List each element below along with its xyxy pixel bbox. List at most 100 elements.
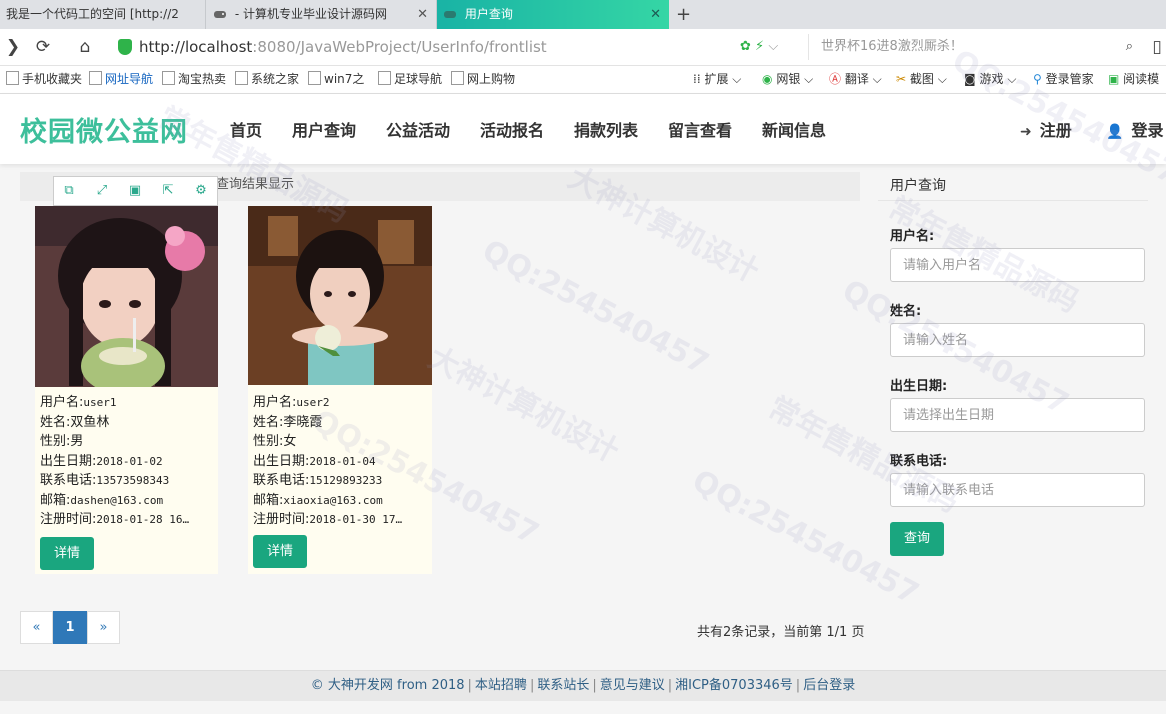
footer-feedback-link[interactable]: 意见与建议	[600, 678, 665, 693]
user-card: 用户名:user1 姓名:双鱼林 性别:男 出生日期:2018-01-02 联系…	[35, 206, 218, 574]
page-icon	[89, 71, 102, 85]
site-footer: © 大神开发网 from 2018 | 本站招聘 | 联系站长 | 意见与建议 | 湘ICP备0…	[0, 670, 1166, 701]
copyright: © 大神开发网 from 2018	[310, 678, 465, 693]
next-page-button[interactable]: »	[87, 611, 120, 644]
bank-menu[interactable]: ◉ 网银 ⌵	[762, 66, 813, 93]
page-icon	[451, 71, 464, 85]
bookmark-item[interactable]: 手机收藏夹	[6, 66, 82, 93]
gamepad-icon	[443, 2, 457, 18]
bookmarks-bar: 手机收藏夹 网址导航 淘宝热卖 系统之家 win7之 足球导航 网上购物 ⁞⁞ …	[0, 66, 1166, 94]
register-link[interactable]: ➜ 注册	[1020, 117, 1072, 141]
lightning-icon[interactable]: ⚡	[755, 39, 764, 54]
share-icon[interactable]: ⇱	[159, 182, 177, 200]
nav-news[interactable]: 新闻信息	[762, 117, 826, 141]
browser-nav-bar: ❯ ⟳ ⌂ http://localhost:8080/JavaWebProje…	[0, 29, 1166, 66]
panel-title: 用户查询	[890, 178, 946, 194]
bookmark-item[interactable]: 足球导航	[378, 66, 442, 93]
home-icon[interactable]: ⌂	[74, 36, 96, 58]
detail-button[interactable]: 详情	[40, 537, 94, 570]
username-input[interactable]	[890, 248, 1145, 282]
sign-in-icon: ➜	[1020, 124, 1032, 140]
browser-tab-bar: 我是一个代码工的空间 [http://2 - 计算机专业毕业设计源码网 ✕ 用户…	[0, 0, 1166, 29]
translate-menu[interactable]: Ⓐ 翻译 ⌵	[829, 66, 882, 93]
close-tab-icon[interactable]: ✕	[417, 0, 428, 29]
search-text: 世界杯16进8激烈厮杀！	[821, 39, 963, 54]
reload-icon[interactable]: ⟳	[32, 36, 54, 58]
user-icon: 👤	[1106, 124, 1124, 140]
screenshot-menu[interactable]: ✂ 截图 ⌵	[896, 66, 947, 93]
bookmark-item[interactable]: 网上购物	[451, 66, 515, 93]
tab-title: 我是一个代码工的空间 [http://2	[6, 7, 179, 21]
shield-icon	[118, 39, 132, 55]
page-icon	[162, 71, 175, 85]
prev-page-button[interactable]: «	[20, 611, 53, 644]
results-title: 查询结果显示	[216, 177, 295, 192]
nav-donations[interactable]: 捐款列表	[574, 117, 638, 141]
bookmark-item[interactable]: 系统之家	[235, 66, 299, 93]
search-box[interactable]: 世界杯16进8激烈厮杀！ ⌕	[808, 34, 1139, 60]
login-link[interactable]: 👤 登录	[1106, 117, 1163, 141]
name-input[interactable]	[890, 323, 1145, 357]
gamepad-icon: ◙	[964, 72, 976, 86]
phone-label: 联系电话:	[890, 454, 948, 469]
site-logo[interactable]: 校园微公益网	[20, 110, 188, 149]
nav-home[interactable]: 首页	[230, 117, 262, 141]
address-bar[interactable]: http://localhost:8080/JavaWebProject/Use…	[112, 34, 802, 60]
username-label: 用户名:	[890, 229, 935, 244]
chevron-down-icon[interactable]: ⌵	[768, 39, 778, 54]
translate-icon: Ⓐ	[829, 72, 842, 86]
login-manager[interactable]: ⚲ 登录管家	[1033, 66, 1094, 93]
url-text: http://localhost:8080/JavaWebProject/Use…	[139, 38, 547, 56]
bookmark-item[interactable]: 淘宝热卖	[162, 66, 226, 93]
tab-title: 用户查询	[464, 7, 513, 21]
footer-contact-link[interactable]: 联系站长	[537, 678, 589, 693]
browser-tab-1[interactable]: 我是一个代码工的空间 [http://2	[0, 0, 206, 29]
footer-admin-login-link[interactable]: 后台登录	[803, 678, 855, 693]
bookmark-item[interactable]: 网址导航	[89, 66, 153, 93]
watermark: 大神计算机设计	[422, 340, 625, 470]
nav-signup[interactable]: 活动报名	[480, 117, 544, 141]
bookmark-item[interactable]: win7之	[308, 66, 364, 93]
games-menu[interactable]: ◙ 游戏 ⌵	[964, 66, 1016, 93]
nav-activities[interactable]: 公益活动	[386, 117, 450, 141]
birth-date-input[interactable]	[890, 398, 1145, 432]
key-icon: ⚲	[1033, 72, 1042, 86]
gear-icon[interactable]: ⚙	[192, 182, 210, 200]
user-card: 用户名:user2 姓名:李晓霞 性别:女 出生日期:2018-01-04 联系…	[248, 206, 432, 574]
phone-icon	[6, 71, 19, 85]
save-icon[interactable]: ▣	[126, 182, 144, 200]
extensions-menu[interactable]: ⁞⁞ 扩展 ⌵	[693, 66, 741, 93]
record-count: 共有2条记录，当前第 1/1 页	[697, 625, 865, 640]
name-label: 姓名:	[890, 304, 922, 319]
query-panel: 用户查询 用户名: 姓名: 出生日期: 联系电话: 查询	[878, 165, 1148, 585]
copy-icon[interactable]: ⧉	[60, 182, 78, 200]
user-photo[interactable]	[35, 206, 218, 387]
nav-messages[interactable]: 留言查看	[668, 117, 732, 141]
query-button[interactable]: 查询	[890, 522, 944, 556]
sync-icon[interactable]: ✿	[740, 39, 751, 54]
user-info: 用户名:user1 姓名:双鱼林 性别:男 出生日期:2018-01-02 联系…	[40, 395, 190, 527]
gamepad-icon	[213, 2, 227, 18]
tab-title: - 计算机专业毕业设计源码网	[234, 7, 387, 21]
search-icon[interactable]: ⌕	[1126, 34, 1133, 60]
expand-icon[interactable]: ⤢	[93, 182, 111, 200]
nav-user-query[interactable]: 用户查询	[292, 117, 356, 141]
close-tab-icon[interactable]: ✕	[650, 0, 661, 29]
browser-tab-active[interactable]: 用户查询 ✕	[437, 0, 669, 29]
phone-input[interactable]	[890, 473, 1145, 507]
page-1-button[interactable]: 1	[53, 611, 87, 644]
new-tab-icon[interactable]: +	[676, 0, 691, 29]
user-photo[interactable]	[248, 206, 432, 385]
footer-jobs-link[interactable]: 本站招聘	[475, 678, 527, 693]
page-icon	[378, 71, 391, 85]
sidebar-icon[interactable]: ▯	[1146, 36, 1166, 58]
reader-mode[interactable]: ▣ 阅读模	[1108, 66, 1159, 93]
browser-tab-2[interactable]: - 计算机专业毕业设计源码网 ✕	[207, 0, 437, 29]
user-info: 用户名:user2 姓名:李晓霞 性别:女 出生日期:2018-01-04 联系…	[253, 395, 403, 527]
page-icon	[308, 71, 321, 85]
shield-icon: ◉	[762, 72, 773, 86]
detail-button[interactable]: 详情	[253, 535, 307, 568]
puzzle-icon: ⁞⁞	[693, 72, 701, 86]
page-icon	[235, 71, 248, 85]
back-icon[interactable]: ❯	[2, 36, 24, 58]
